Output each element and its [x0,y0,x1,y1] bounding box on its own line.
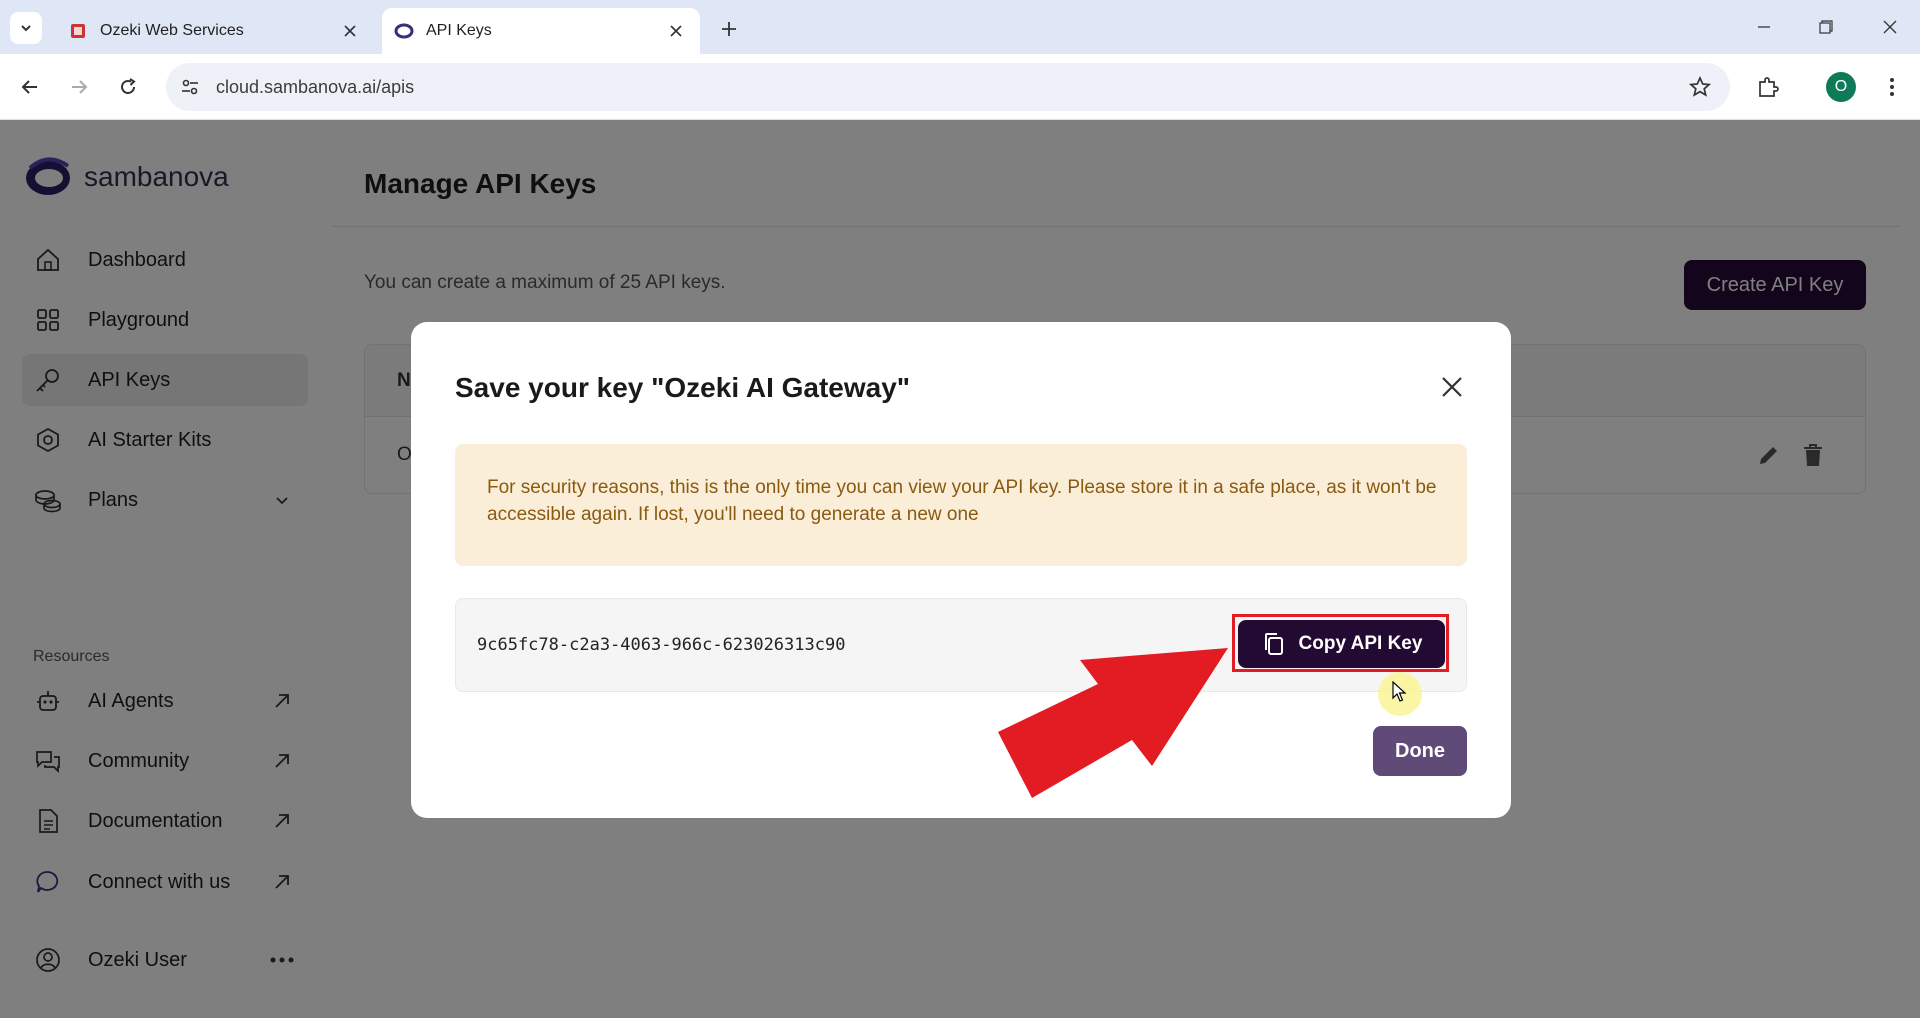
save-key-dialog: Save your key "Ozeki AI Gateway" For sec… [411,322,1511,818]
browser-toolbar: cloud.sambanova.ai/apis O [0,54,1920,120]
reload-icon [121,78,136,94]
reload-button[interactable] [112,71,144,103]
mouse-cursor-icon [1392,681,1407,702]
minimize-window-button[interactable] [1744,10,1784,44]
url-text: cloud.sambanova.ai/apis [216,76,415,97]
security-warning: For security reasons, this is the only t… [455,444,1467,566]
address-bar[interactable]: cloud.sambanova.ai/apis [166,63,1730,111]
close-tab-icon[interactable] [664,19,688,43]
forward-arrow-icon [72,80,88,94]
chevron-down-icon [21,25,31,32]
close-icon [1883,20,1897,34]
copy-button-label: Copy API Key [1298,633,1423,654]
new-tab-button[interactable] [714,14,744,44]
close-tab-icon[interactable] [338,19,362,43]
extensions-button[interactable] [1752,71,1784,103]
ozeki-favicon [68,21,88,41]
copy-api-key-button[interactable]: Copy API Key [1238,620,1445,668]
site-info-icon[interactable] [172,69,208,105]
back-arrow-icon [21,80,37,94]
plus-icon [722,22,736,36]
puzzle-icon [1759,77,1779,97]
annotation-arrow-icon [998,648,1228,798]
tab-api-keys[interactable]: API Keys [382,8,700,54]
close-icon [1442,377,1462,397]
sambanova-favicon [394,21,414,41]
done-button[interactable]: Done [1373,726,1467,776]
browser-tab-strip: Ozeki Web Services API Keys [0,0,1920,54]
kebab-menu-icon [1890,78,1894,96]
api-key-value: 9c65fc78-c2a3-4063-966c-623026313c90 [477,635,846,655]
dialog-title: Save your key "Ozeki AI Gateway" [455,372,911,403]
bookmark-star-icon[interactable] [1688,75,1712,99]
browser-menu-button[interactable] [1876,71,1908,103]
copy-icon [1261,632,1285,656]
minimize-icon [1758,26,1770,28]
tab-search-button[interactable] [10,12,42,44]
tab-title: Ozeki Web Services [100,22,244,39]
tab-title: API Keys [426,22,492,39]
profile-avatar[interactable]: O [1826,72,1856,102]
tab-ozeki-web-services[interactable]: Ozeki Web Services [56,8,374,54]
restore-window-button[interactable] [1806,10,1846,44]
back-button[interactable] [14,71,46,103]
close-window-button[interactable] [1870,10,1910,44]
dialog-close-button[interactable] [1435,370,1469,404]
forward-button[interactable] [63,71,95,103]
restore-icon [1819,20,1833,34]
